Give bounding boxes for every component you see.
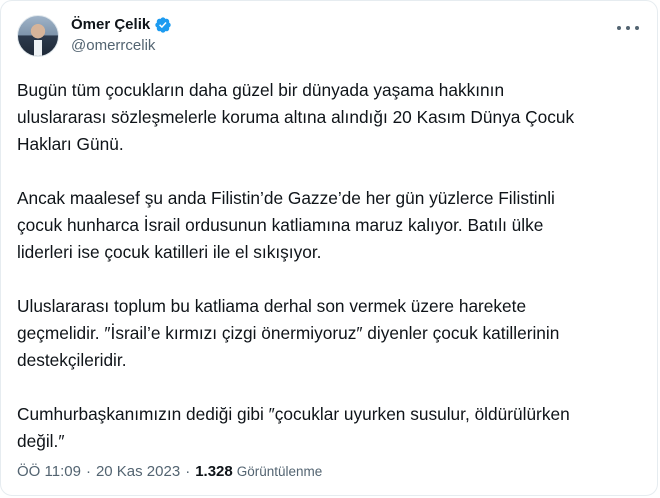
tweet-card: Ömer Çelik @omerrcelik Bugün tüm çocukla… <box>0 0 658 496</box>
tweet-date[interactable]: 20 Kas 2023 <box>96 463 180 480</box>
tweet-meta: ÖÖ 11:09 · 20 Kas 2023 · 1.328 Görüntüle… <box>17 463 322 480</box>
tweet-paragraph: Uluslararası toplum bu katliama derhal s… <box>17 296 560 370</box>
meta-separator: · <box>185 463 191 480</box>
tweet-paragraph: Cumhurbaşkanımızın dediği gibi ″çocuklar… <box>17 404 570 451</box>
verified-badge-icon <box>155 17 171 33</box>
tweet-time[interactable]: ÖÖ 11:09 <box>17 463 81 480</box>
tweet-header: Ömer Çelik @omerrcelik <box>17 15 172 57</box>
author-names: Ömer Çelik @omerrcelik <box>71 16 172 56</box>
meta-separator: · <box>85 463 91 480</box>
handle[interactable]: @omerrcelik <box>71 36 172 56</box>
tweet-text: Bugün tüm çocukların daha güzel bir düny… <box>17 77 637 482</box>
display-name[interactable]: Ömer Çelik <box>71 16 150 34</box>
tweet-paragraph: Ancak maalesef şu anda Filistin’de Gazze… <box>17 188 555 262</box>
name-row: Ömer Çelik <box>71 16 172 34</box>
more-icon[interactable] <box>617 21 639 35</box>
views-label: Görüntülenme <box>236 464 323 479</box>
avatar[interactable] <box>17 15 59 57</box>
tweet-paragraph: Bugün tüm çocukların daha güzel bir düny… <box>17 80 575 154</box>
views-count: 1.328 <box>195 463 233 480</box>
